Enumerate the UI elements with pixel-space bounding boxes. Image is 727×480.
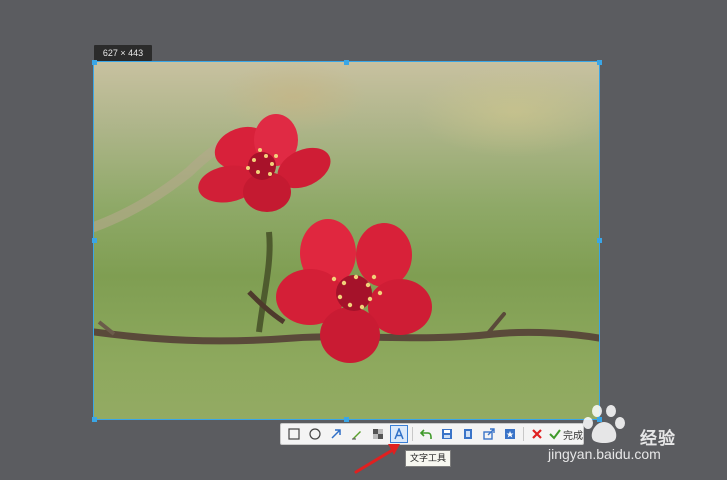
resize-handle-bottom[interactable] [344, 417, 349, 422]
rectangle-icon [288, 428, 300, 440]
rectangle-tool-button[interactable] [285, 425, 303, 443]
flower-photo [94, 62, 599, 419]
pin-button[interactable] [501, 425, 519, 443]
mosaic-icon [373, 429, 383, 439]
resize-handle-left[interactable] [92, 238, 97, 243]
cancel-button[interactable] [528, 425, 546, 443]
pen-icon [352, 431, 361, 440]
ellipse-icon [309, 428, 321, 440]
screenshot-toolbar: 完成 [280, 423, 584, 445]
resize-handle-right[interactable] [597, 238, 602, 243]
copy-button[interactable] [459, 425, 477, 443]
confirm-icon [549, 429, 561, 440]
capture-region[interactable] [93, 61, 600, 420]
pin-icon [505, 429, 515, 439]
resize-handle-top-right[interactable] [597, 60, 602, 65]
selection-size-label: 627 × 443 [94, 45, 152, 61]
toolbar-divider [523, 427, 524, 441]
arrow-icon [331, 429, 341, 439]
watermark-url: jingyan.baidu.com [548, 446, 661, 462]
save-button[interactable] [438, 425, 456, 443]
save-icon [442, 429, 452, 439]
cancel-icon [532, 429, 542, 439]
text-tool-icon [394, 428, 404, 440]
share-icon [483, 428, 495, 440]
undo-icon [420, 429, 432, 439]
text-tool-tooltip: 文字工具 [405, 450, 452, 467]
baidu-paw-logo-icon [583, 405, 625, 443]
resize-handle-bottom-left[interactable] [92, 417, 97, 422]
toolbar-divider [412, 427, 413, 441]
arrow-tool-button[interactable] [327, 425, 345, 443]
undo-button[interactable] [417, 425, 435, 443]
annotation-arrow-icon [354, 444, 400, 474]
resize-handle-top[interactable] [344, 60, 349, 65]
copy-icon [464, 429, 472, 439]
share-button[interactable] [480, 425, 498, 443]
ellipse-tool-button[interactable] [306, 425, 324, 443]
resize-handle-top-left[interactable] [92, 60, 97, 65]
baidu-jingyan-watermark: 经验 jingyan.baidu.com [548, 402, 700, 474]
